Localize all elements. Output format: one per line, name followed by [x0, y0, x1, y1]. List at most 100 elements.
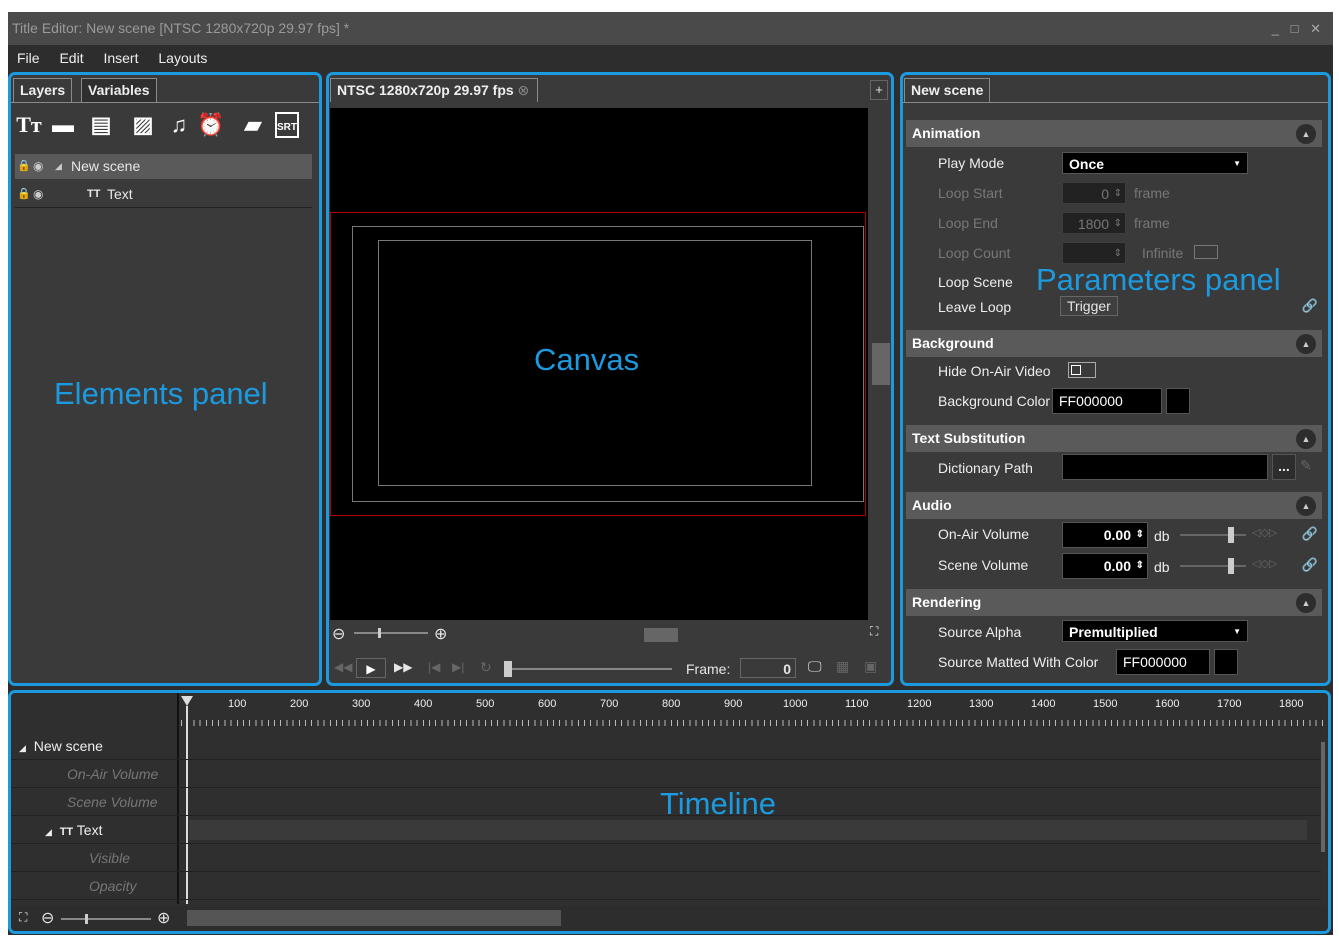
output-icon[interactable]: ▣: [864, 658, 877, 675]
lock-icon[interactable]: 🔒: [17, 180, 31, 208]
play-mode-value: Once: [1069, 156, 1105, 172]
loop-start-label: Loop Start: [938, 185, 1003, 201]
next-frame-button[interactable]: ▶|: [452, 660, 464, 674]
tab-variables[interactable]: Variables: [81, 78, 157, 102]
text-layer-clip[interactable]: [189, 820, 1307, 840]
folder-tool-icon[interactable]: ▰: [239, 110, 267, 140]
timeline-ruler[interactable]: 100 200 300 400 500 600 700 800 900 1000 1100 1200 1…: [181, 692, 1327, 730]
keyboard-icon[interactable]: ▦: [836, 658, 849, 675]
srt-tool-icon[interactable]: SRT: [275, 112, 299, 138]
playhead-marker[interactable]: [181, 696, 193, 706]
timeline-row-opacity[interactable]: Opacity: [11, 872, 1321, 900]
timeline-tick-label: 300: [352, 698, 371, 710]
onair-volume-slider[interactable]: [1180, 527, 1246, 543]
tree-row-scene[interactable]: 🔒 ◉ ◢ New scene: [15, 154, 312, 179]
matted-color-swatch[interactable]: [1214, 649, 1238, 675]
section-animation[interactable]: Animation ▲: [906, 120, 1322, 147]
menu-layouts[interactable]: Layouts: [149, 45, 214, 72]
onair-volume-input[interactable]: 0.00 ⇕: [1062, 522, 1148, 548]
bg-color-input[interactable]: FF000000: [1052, 388, 1162, 414]
rewind-button[interactable]: ◀◀: [334, 660, 352, 674]
scene-volume-label: Scene Volume: [938, 557, 1029, 573]
fit-icon[interactable]: ⛶: [870, 624, 878, 639]
track-text-label: ◢ TT Text: [45, 822, 103, 838]
section-text-substitution[interactable]: Text Substitution ▲: [906, 425, 1322, 452]
expand-icon[interactable]: ◢: [55, 154, 62, 179]
section-audio[interactable]: Audio ▲: [906, 492, 1322, 519]
collapse-icon[interactable]: ▲: [1296, 496, 1316, 516]
loop-end-input[interactable]: 1800 ⇕: [1062, 212, 1126, 234]
eye-icon[interactable]: ◉: [33, 154, 43, 179]
audio-tool-icon[interactable]: ♫: [165, 110, 193, 140]
scrub-slider[interactable]: [504, 661, 672, 677]
timeline-row-scene[interactable]: ◢ New scene: [11, 732, 1321, 760]
scene-volume-input[interactable]: 0.00 ⇕: [1062, 553, 1148, 579]
bg-color-swatch[interactable]: [1166, 388, 1190, 414]
collapse-icon[interactable]: ▲: [1296, 593, 1316, 613]
infinite-toggle[interactable]: [1194, 245, 1218, 259]
vertical-scrollbar[interactable]: [872, 108, 890, 620]
zoom-out-icon[interactable]: ⊖: [332, 624, 345, 644]
timeline-hscroll-thumb[interactable]: [187, 910, 561, 926]
add-tab-button[interactable]: +: [870, 80, 888, 100]
collapse-icon[interactable]: ▲: [1296, 334, 1316, 354]
close-tab-icon[interactable]: ⊗: [518, 82, 530, 98]
play-button[interactable]: ▶: [356, 658, 386, 678]
scene-volume-slider[interactable]: [1180, 558, 1246, 574]
window-controls[interactable]: _ □ ✕: [1272, 12, 1325, 45]
h-scroll-thumb[interactable]: [644, 628, 678, 642]
collapse-icon[interactable]: ▲: [1296, 124, 1316, 144]
source-alpha-select[interactable]: Premultiplied ▼: [1062, 620, 1248, 642]
zoom-in-icon[interactable]: ⊕: [157, 908, 170, 928]
tree-row-text[interactable]: 🔒 ◉ TT Text: [15, 180, 312, 208]
source-alpha-value: Premultiplied: [1069, 624, 1158, 640]
link-icon[interactable]: 🔗: [1302, 298, 1318, 314]
fit-icon[interactable]: ⛶: [19, 910, 27, 925]
tab-layers[interactable]: Layers: [13, 78, 73, 102]
menu-edit[interactable]: Edit: [50, 45, 90, 72]
hide-onair-toggle[interactable]: [1068, 362, 1096, 378]
loop-start-input[interactable]: 0 ⇕: [1062, 182, 1126, 204]
menu-insert[interactable]: Insert: [94, 45, 145, 72]
timeline-row-onair-volume[interactable]: On-Air Volume: [11, 760, 1321, 788]
collapse-icon[interactable]: ▲: [1296, 429, 1316, 449]
eye-icon[interactable]: ◉: [33, 180, 43, 208]
tab-canvas[interactable]: NTSC 1280x720p 29.97 fps ⊗: [330, 78, 538, 102]
section-background[interactable]: Background ▲: [906, 330, 1322, 357]
browse-button[interactable]: ...: [1272, 454, 1296, 480]
parameters-panel: New scene Animation ▲ Play Mode Once ▼ Loo…: [902, 74, 1328, 684]
link-icon[interactable]: 🔗: [1302, 526, 1318, 542]
timeline-vscroll[interactable]: [1321, 742, 1325, 852]
tab-new-scene[interactable]: New scene: [904, 78, 991, 102]
prev-frame-button[interactable]: |◀: [428, 660, 440, 674]
zoom-slider[interactable]: [354, 628, 428, 638]
matted-color-input[interactable]: FF000000: [1116, 649, 1210, 675]
zoom-out-icon[interactable]: ⊖: [41, 908, 54, 928]
dictionary-path-input[interactable]: [1062, 454, 1268, 480]
ticker-tool-icon[interactable]: ▬: [49, 110, 77, 140]
monitor-icon[interactable]: 🖵: [808, 658, 822, 675]
section-rendering[interactable]: Rendering ▲: [906, 589, 1322, 616]
zoom-in-icon[interactable]: ⊕: [434, 624, 447, 644]
title-bar: Title Editor: New scene [NTSC 1280x720p …: [8, 12, 1333, 45]
keyframe-nav-icon[interactable]: ◁◇▷: [1252, 557, 1277, 570]
timeline-row-visible[interactable]: Visible: [11, 844, 1321, 872]
loop-icon[interactable]: ↻: [480, 659, 492, 676]
keyframe-nav-icon[interactable]: ◁◇▷: [1252, 526, 1277, 539]
lock-icon[interactable]: 🔒: [17, 154, 31, 179]
play-mode-select[interactable]: Once ▼: [1062, 152, 1248, 174]
frame-input[interactable]: 0: [740, 658, 796, 678]
text-tool-icon[interactable]: Tт: [15, 110, 43, 140]
loop-count-input[interactable]: ⇕: [1062, 242, 1126, 264]
menu-file[interactable]: File: [8, 45, 47, 72]
timeline-zoom-slider[interactable]: [61, 914, 151, 924]
image-tool-icon[interactable]: ▨: [129, 110, 157, 140]
trigger-button[interactable]: Trigger: [1060, 296, 1118, 316]
link-icon[interactable]: 🔗: [1302, 557, 1318, 573]
crawl-tool-icon[interactable]: ▤: [87, 110, 115, 140]
fast-forward-button[interactable]: ▶▶: [394, 660, 412, 674]
infinite-label: Infinite: [1142, 245, 1184, 261]
scroll-thumb[interactable]: [872, 343, 890, 385]
edit-icon[interactable]: ✎: [1300, 457, 1312, 474]
clock-tool-icon[interactable]: ⏰: [197, 110, 225, 140]
